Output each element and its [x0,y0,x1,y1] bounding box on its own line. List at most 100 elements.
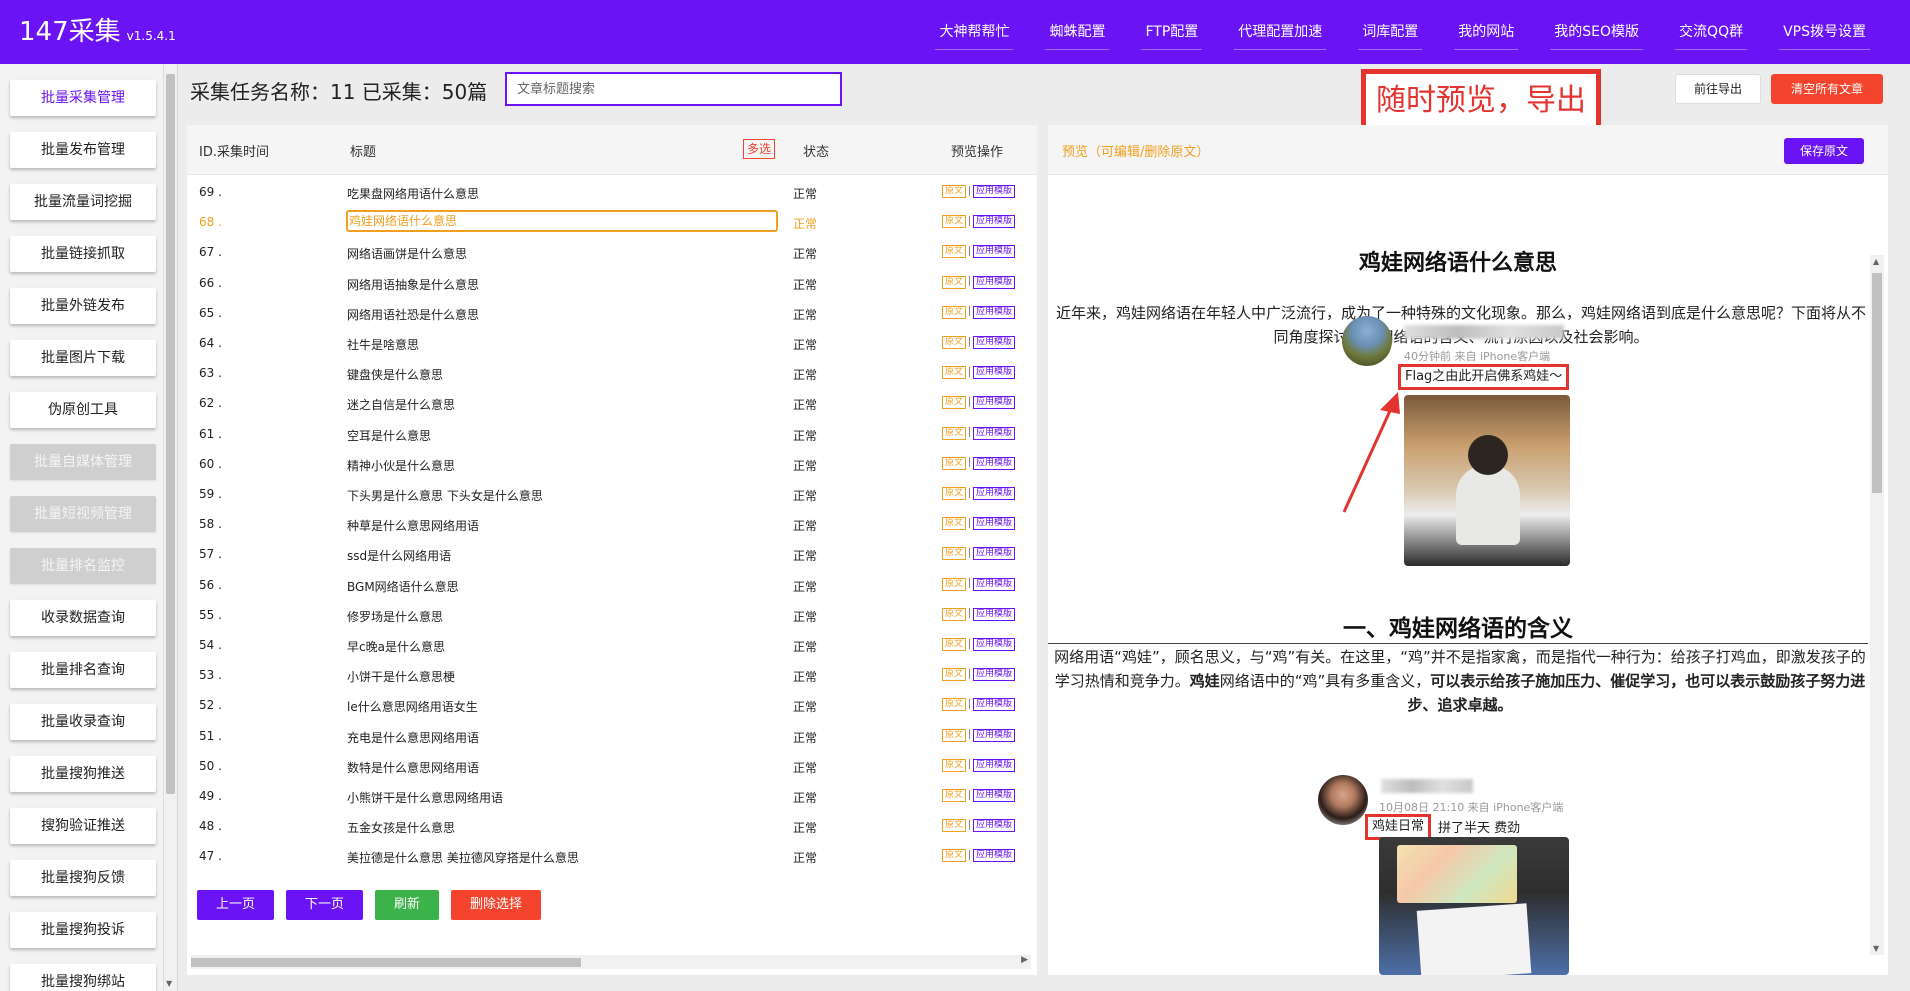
row-title[interactable]: 迷之自信是什么意思 [347,396,455,413]
view-original-link[interactable]: 原文 [942,819,967,833]
sidebar-item-14[interactable]: 批量搜狗推送 [10,756,156,792]
table-row[interactable]: 51 . 充电是什么意思网络用语 正常 原文 应用模版 [187,721,1037,751]
row-title[interactable]: 五金女孩是什么意思 [347,819,455,836]
view-original-link[interactable]: 原文 [942,456,967,470]
view-original-link[interactable]: 原文 [942,275,967,289]
apply-template-link[interactable]: 应用模版 [973,366,1016,380]
table-row[interactable]: 47 . 美拉德是什么意思 美拉德风穿搭是什么意思 正常 原文 应用模版 [187,841,1037,871]
apply-template-link[interactable]: 应用模版 [973,215,1016,229]
preview-scrollbar-thumb[interactable] [1872,273,1882,493]
preview-scrollbar[interactable]: ▲ ▼ [1870,255,1884,955]
table-scrollbar-thumb[interactable] [191,958,581,967]
sidebar-scrollbar[interactable]: ▼ [163,64,177,991]
sidebar-item-16[interactable]: 批量搜狗反馈 [10,860,156,896]
apply-template-link[interactable]: 应用模版 [973,638,1016,651]
next-page-button[interactable]: 下一页 [286,890,364,920]
apply-template-link[interactable]: 应用模版 [973,336,1016,349]
row-title[interactable]: 网络语画饼是什么意思 [347,245,467,262]
view-original-link[interactable]: 原文 [942,728,967,742]
multi-select-button[interactable]: 多选 [743,139,775,159]
view-original-link[interactable]: 原文 [942,577,967,591]
table-row[interactable]: 64 . 社牛是啥意思 正常 原文 应用模版 [187,328,1037,358]
sidebar-item-15[interactable]: 搜狗验证推送 [10,808,156,844]
row-title[interactable]: 小饼干是什么意思梗 [347,668,455,685]
apply-template-link[interactable]: 应用模版 [973,396,1016,410]
apply-template-link[interactable]: 应用模版 [973,819,1016,833]
table-row[interactable]: 49 . 小熊饼干是什么意思网络用语 正常 原文 应用模版 [187,781,1037,811]
table-row[interactable]: 66 . 网络用语抽象是什么意思 正常 原文 应用模版 [187,268,1037,298]
article-title[interactable]: 鸡娃网络语什么意思 [1048,245,1868,277]
sidebar-item-7[interactable]: 伪原创工具 [10,392,156,428]
table-row[interactable]: 69 . 吃果盘网络用语什么意思 正常 原文 应用模版 [187,177,1037,207]
view-original-link[interactable]: 原文 [942,607,967,621]
nav-spider-config[interactable]: 蜘蛛配置 [1029,0,1125,64]
app-logo[interactable]: 147采集 v1.5.4.1 [19,17,176,51]
apply-template-link[interactable]: 应用模版 [973,426,1016,440]
apply-template-link[interactable]: 应用模版 [973,275,1016,289]
view-original-link[interactable]: 原文 [942,758,967,772]
row-title[interactable]: 社牛是啥意思 [347,336,419,353]
sidebar-item-6[interactable]: 批量图片下载 [10,340,156,376]
scroll-down-arrow-icon[interactable]: ▼ [1873,944,1879,953]
view-original-link[interactable]: 原文 [942,396,967,410]
nav-vps-dial[interactable]: VPS拨号设置 [1763,0,1886,64]
view-original-link[interactable]: 原文 [942,638,967,651]
view-original-link[interactable]: 原文 [942,245,967,259]
sidebar-item-12[interactable]: 批量排名查询 [10,652,156,688]
scroll-up-arrow-icon[interactable]: ▲ [1873,257,1879,266]
sidebar-item-4[interactable]: 批量链接抓取 [10,236,156,272]
view-original-link[interactable]: 原文 [942,426,967,440]
section-heading[interactable]: 一、鸡娃网络语的含义 [1048,609,1868,643]
refresh-button[interactable]: 刷新 [375,890,440,920]
row-title[interactable]: 吃果盘网络用语什么意思 [347,185,479,202]
table-row[interactable]: 48 . 五金女孩是什么意思 正常 原文 应用模版 [187,811,1037,841]
nav-lexicon-config[interactable]: 词库配置 [1342,0,1438,64]
row-title[interactable]: le什么意思网络用语女生 [347,698,478,715]
apply-template-link[interactable]: 应用模版 [973,758,1016,772]
row-title[interactable]: 鸡娃网络语什么意思 [346,210,778,233]
table-row[interactable]: 67 . 网络语画饼是什么意思 正常 原文 应用模版 [187,237,1037,267]
apply-template-link[interactable]: 应用模版 [973,607,1016,621]
table-horizontal-scrollbar[interactable]: ▶ [191,955,1031,969]
sidebar-item-3[interactable]: 批量流量词挖掘 [10,184,156,220]
apply-template-link[interactable]: 应用模版 [973,577,1016,591]
table-row[interactable]: 65 . 网络用语社恐是什么意思 正常 原文 应用模版 [187,298,1037,328]
apply-template-link[interactable]: 应用模版 [973,668,1016,682]
prev-page-button[interactable]: 上一页 [197,890,275,920]
apply-template-link[interactable]: 应用模版 [973,547,1016,561]
row-title[interactable]: 下头男是什么意思 下头女是什么意思 [347,487,543,504]
table-row[interactable]: 68 . 鸡娃网络语什么意思 正常 原文 应用模版 [187,207,1037,237]
row-title[interactable]: 美拉德是什么意思 美拉德风穿搭是什么意思 [347,849,579,866]
row-title[interactable]: 种草是什么意思网络用语 [347,517,479,534]
row-title[interactable]: 网络用语抽象是什么意思 [347,276,479,293]
scroll-right-arrow-icon[interactable]: ▶ [1021,955,1028,965]
nav-qq-group[interactable]: 交流QQ群 [1659,0,1763,64]
view-original-link[interactable]: 原文 [942,668,967,682]
scroll-down-arrow-icon[interactable]: ▼ [166,979,172,988]
sidebar-item-18[interactable]: 批量搜狗绑站 [10,964,156,991]
table-row[interactable]: 62 . 迷之自信是什么意思 正常 原文 应用模版 [187,388,1037,418]
view-original-link[interactable]: 原文 [942,849,967,863]
apply-template-link[interactable]: 应用模版 [973,698,1016,712]
row-title[interactable]: 键盘侠是什么意思 [347,366,443,383]
delete-selected-button[interactable]: 删除选择 [451,890,542,920]
search-input[interactable] [505,72,842,106]
sidebar-item-11[interactable]: 收录数据查询 [10,600,156,636]
apply-template-link[interactable]: 应用模版 [973,517,1016,531]
table-row[interactable]: 61 . 空耳是什么意思 正常 原文 应用模版 [187,419,1037,449]
row-title[interactable]: 充电是什么意思网络用语 [347,729,479,746]
apply-template-link[interactable]: 应用模版 [973,245,1016,259]
table-row[interactable]: 56 . BGM网络语什么意思 正常 原文 应用模版 [187,570,1037,600]
table-row[interactable]: 57 . ssd是什么网络用语 正常 原文 应用模版 [187,539,1037,569]
apply-template-link[interactable]: 应用模版 [973,849,1016,863]
apply-template-link[interactable]: 应用模版 [973,728,1016,742]
nav-ftp-config[interactable]: FTP配置 [1125,0,1218,64]
table-row[interactable]: 55 . 修罗场是什么意思 正常 原文 应用模版 [187,600,1037,630]
row-title[interactable]: BGM网络语什么意思 [347,578,459,595]
apply-template-link[interactable]: 应用模版 [973,305,1016,319]
row-title[interactable]: 早c晚a是什么意思 [347,638,445,655]
view-original-link[interactable]: 原文 [942,305,967,319]
apply-template-link[interactable]: 应用模版 [973,456,1016,470]
row-title[interactable]: 精神小伙是什么意思 [347,457,455,474]
table-row[interactable]: 53 . 小饼干是什么意思梗 正常 原文 应用模版 [187,660,1037,690]
